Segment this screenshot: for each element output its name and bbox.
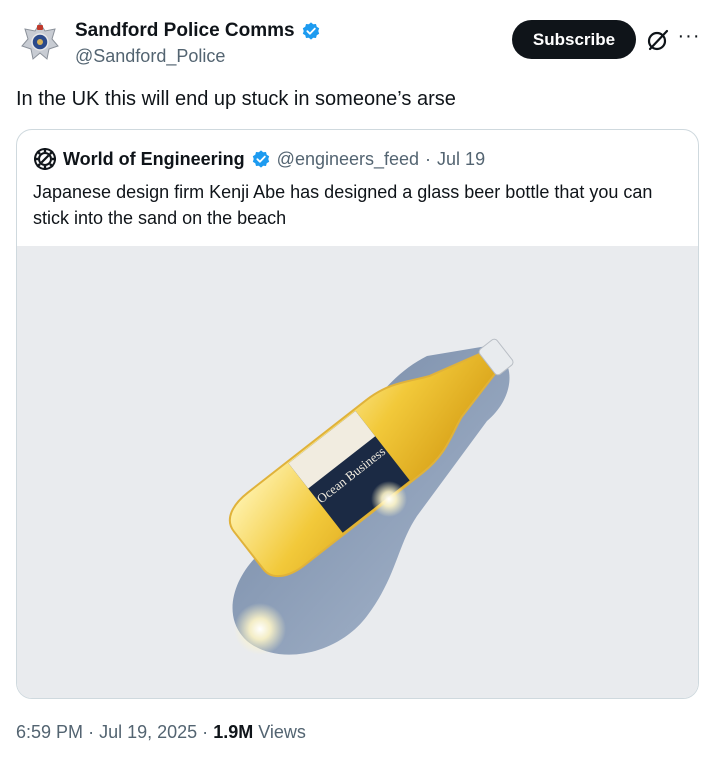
- more-options-icon[interactable]: ···: [676, 24, 702, 48]
- views-label: Views: [258, 722, 306, 742]
- avatar[interactable]: [18, 19, 62, 63]
- author-handle[interactable]: @Sandford_Police: [75, 46, 225, 67]
- grok-icon[interactable]: [645, 27, 671, 53]
- verified-badge-icon: [252, 150, 269, 168]
- tweet-metadata: 6:59 PM · Jul 19, 2025 · 1.9M Views: [16, 722, 306, 743]
- tweet-time[interactable]: 6:59 PM: [16, 722, 83, 742]
- quoted-tweet-card[interactable]: World of Engineering @engineers_feed · J…: [16, 129, 699, 699]
- beer-bottle-image: Ocean Business: [228, 338, 514, 655]
- tweet-date[interactable]: Jul 19, 2025: [99, 722, 197, 742]
- subscribe-button[interactable]: Subscribe: [512, 20, 636, 59]
- verified-badge-icon: [302, 22, 319, 40]
- quoted-tweet-header: World of Engineering @engineers_feed · J…: [33, 147, 485, 171]
- separator-dot: ·: [202, 722, 209, 742]
- separator-dot: ·: [425, 148, 432, 169]
- author-name[interactable]: Sandford Police Comms: [75, 20, 295, 42]
- separator-dot: ·: [88, 722, 95, 742]
- author-name-row[interactable]: Sandford Police Comms: [75, 20, 321, 42]
- quoted-tweet-text: Japanese design firm Kenji Abe has desig…: [33, 182, 653, 228]
- quoted-author-handle[interactable]: @engineers_feed: [277, 149, 419, 170]
- gear-logo-icon[interactable]: [33, 147, 57, 171]
- police-badge-icon: [21, 22, 59, 60]
- tweet-text: In the UK this will end up stuck in some…: [16, 88, 456, 110]
- quoted-author-name[interactable]: World of Engineering: [63, 149, 245, 170]
- quoted-tweet-image[interactable]: Ocean Business: [17, 246, 698, 698]
- views-count: 1.9M: [213, 722, 254, 742]
- quoted-tweet-date[interactable]: Jul 19: [437, 149, 485, 170]
